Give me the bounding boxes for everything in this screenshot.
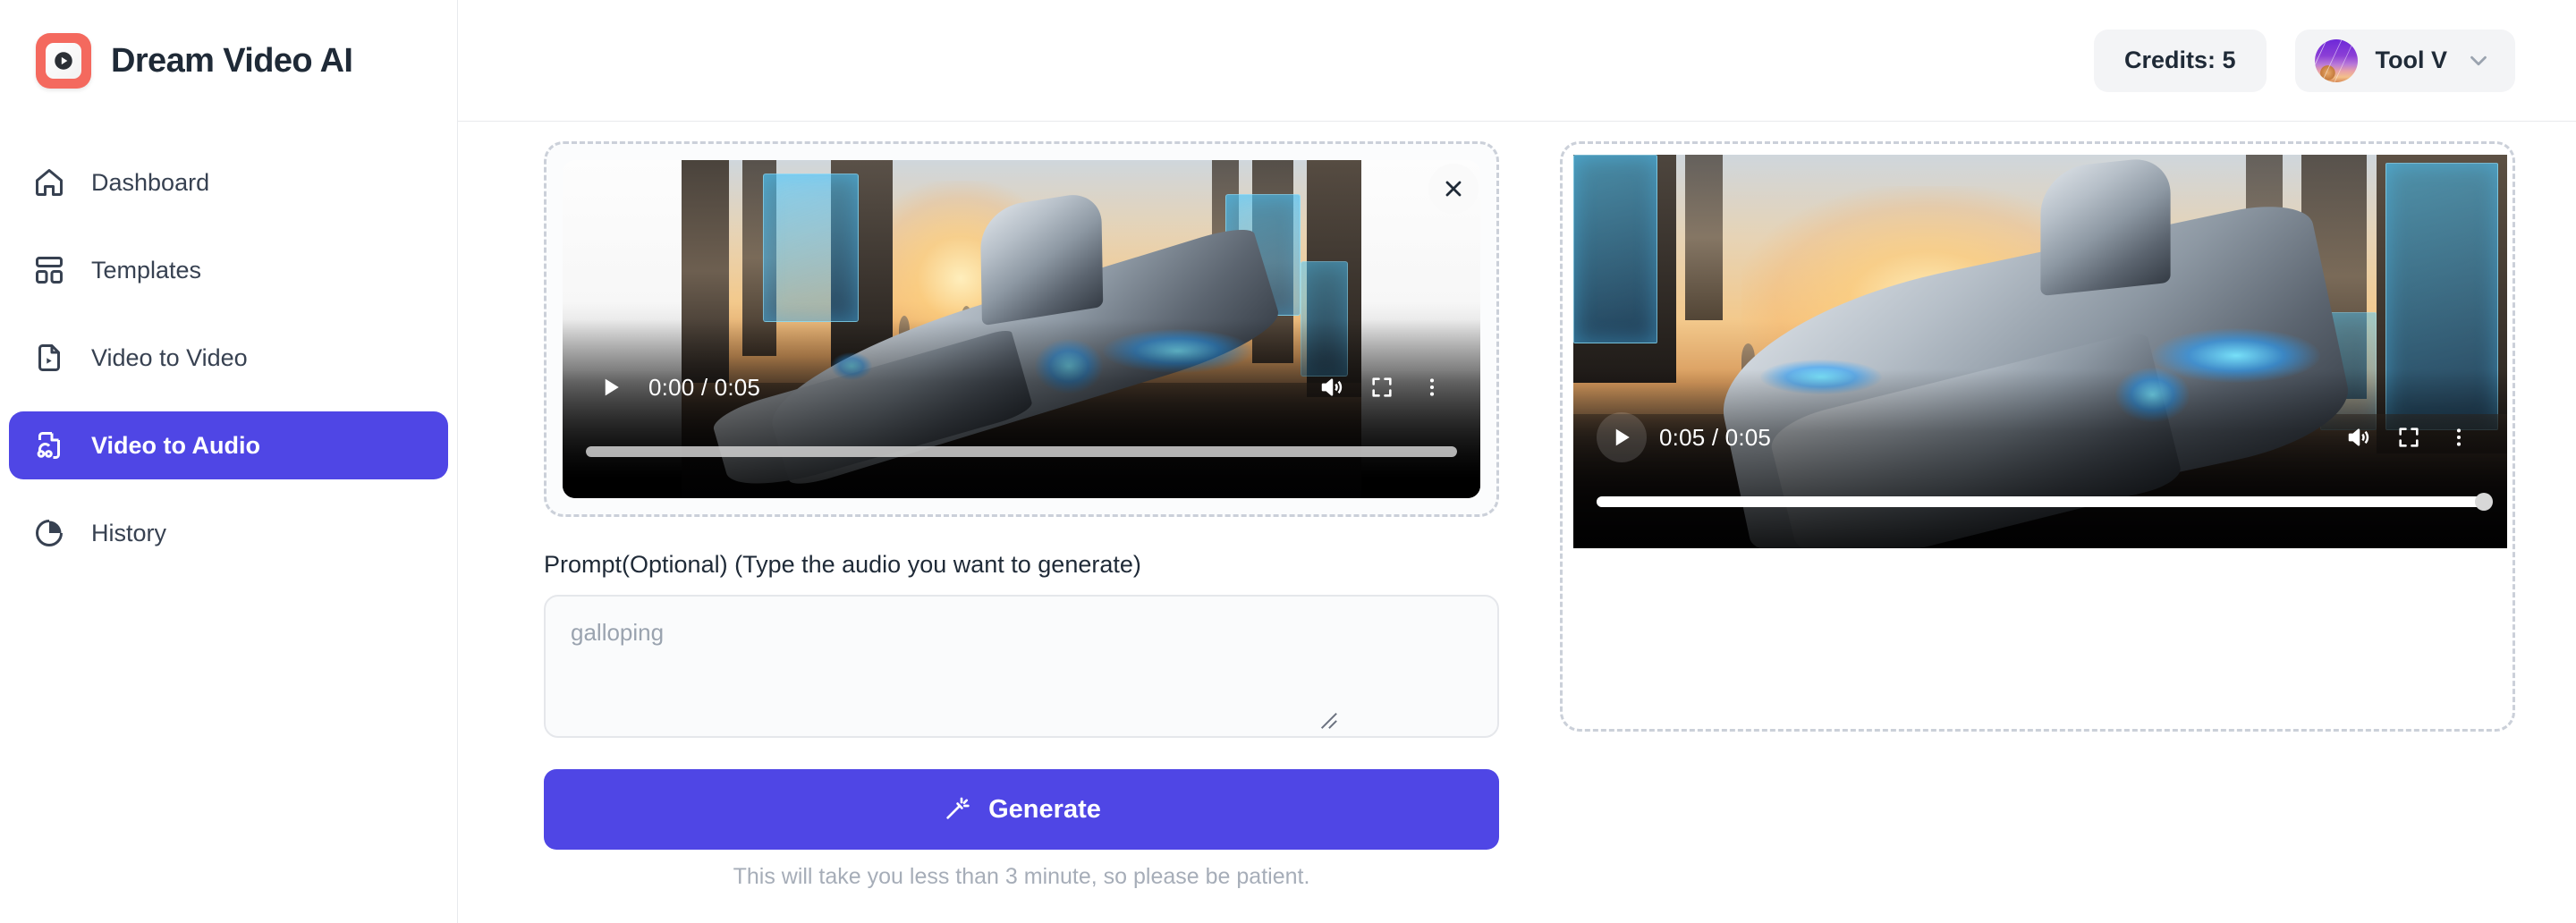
result-panel: 0:05 / 0:05: [1560, 141, 2515, 732]
prompt-label: Prompt(Optional) (Type the audio you wan…: [544, 551, 1141, 578]
sidebar: Dream Video AI Dashboard Templates Video…: [0, 0, 458, 923]
play-icon[interactable]: [586, 362, 636, 412]
pie-chart-clock-icon: [30, 514, 68, 552]
prompt-input[interactable]: [544, 595, 1499, 738]
result-video-controls: 0:05 / 0:05: [1573, 369, 2507, 548]
sidebar-item-label: Dashboard: [91, 168, 210, 196]
sidebar-item-label: Templates: [91, 256, 202, 284]
sidebar-item-video-to-video[interactable]: Video to Video: [9, 324, 448, 392]
input-column: 0:00 / 0:05 Prompt(Optional) (Type the a…: [458, 141, 1560, 923]
sidebar-item-dashboard[interactable]: Dashboard: [9, 148, 448, 216]
video-play-logo-icon: [36, 33, 91, 89]
play-icon[interactable]: [1597, 412, 1647, 462]
chevron-down-icon: [2465, 47, 2492, 74]
sidebar-nav: Dashboard Templates Video to Video Video…: [0, 122, 457, 567]
generate-hint: This will take you less than 3 minute, s…: [733, 864, 1310, 889]
credits-badge[interactable]: Credits: 5: [2093, 29, 2267, 92]
home-icon: [30, 164, 68, 201]
file-video-icon: [30, 339, 68, 377]
topbar: Credits: 5 Tool V: [458, 0, 2576, 122]
video-upload-panel[interactable]: 0:00 / 0:05: [544, 141, 1499, 517]
result-column: 0:05 / 0:05: [1560, 141, 2576, 923]
generate-button-label: Generate: [988, 794, 1101, 824]
brand[interactable]: Dream Video AI: [0, 0, 457, 122]
sidebar-item-templates[interactable]: Templates: [9, 236, 448, 304]
result-time-display: 0:05 / 0:05: [1659, 423, 1772, 451]
brand-title: Dream Video AI: [111, 41, 353, 80]
more-vertical-icon[interactable]: [1407, 362, 1457, 412]
content-area: 0:00 / 0:05 Prompt(Optional) (Type the a…: [458, 122, 2576, 923]
user-name: Tool V: [2375, 47, 2448, 73]
source-video-player[interactable]: 0:00 / 0:05: [563, 160, 1480, 498]
generate-button[interactable]: Generate: [544, 769, 1499, 850]
magic-wand-icon: [942, 795, 970, 824]
source-progress-bar[interactable]: [586, 446, 1457, 457]
result-progress-knob: [2475, 493, 2493, 511]
result-progress-bar[interactable]: [1597, 493, 2493, 511]
sidebar-item-history[interactable]: History: [9, 499, 448, 567]
result-progress-fill: [1597, 496, 2484, 507]
sidebar-item-label: History: [91, 519, 167, 546]
layout-grid-icon: [30, 251, 68, 289]
app-root: Dream Video AI Dashboard Templates Video…: [0, 0, 2576, 923]
file-audio-icon: [30, 427, 68, 464]
close-icon[interactable]: [1428, 164, 1479, 214]
main-area: Credits: 5 Tool V 0:00 / 0:05 Prompt(Opt…: [458, 0, 2576, 923]
result-video-player[interactable]: 0:05 / 0:05: [1573, 155, 2507, 548]
user-menu[interactable]: Tool V: [2294, 29, 2515, 92]
fullscreen-icon[interactable]: [1357, 362, 1407, 412]
sidebar-item-video-to-audio[interactable]: Video to Audio: [9, 411, 448, 479]
volume-icon[interactable]: [1307, 362, 1357, 412]
avatar: [2314, 38, 2358, 82]
source-video-controls: 0:00 / 0:05: [563, 319, 1480, 498]
more-vertical-icon[interactable]: [2434, 412, 2484, 462]
sidebar-item-label: Video to Audio: [91, 431, 260, 459]
sidebar-item-label: Video to Video: [91, 343, 248, 371]
fullscreen-icon[interactable]: [2384, 412, 2434, 462]
volume-icon[interactable]: [2334, 412, 2384, 462]
source-time-display: 0:00 / 0:05: [648, 373, 761, 401]
